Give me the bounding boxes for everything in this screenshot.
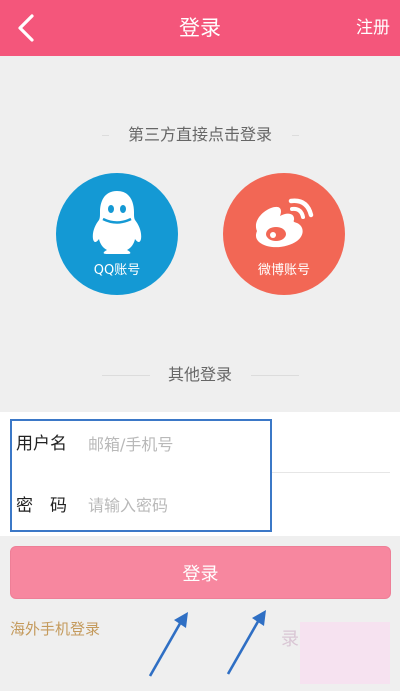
password-label: 密 码 bbox=[16, 496, 67, 516]
overseas-phone-login-link[interactable]: 海外手机登录 bbox=[10, 618, 100, 640]
qq-login-button[interactable]: QQ账号 bbox=[56, 173, 178, 295]
top-bar: 登录 注册 bbox=[0, 0, 400, 56]
password-input[interactable] bbox=[88, 491, 263, 519]
register-link[interactable]: 注册 bbox=[356, 14, 390, 42]
watermark-text: 录 bbox=[281, 629, 299, 650]
other-login-heading: 其他登录 bbox=[167, 365, 232, 384]
username-label: 用户名 bbox=[16, 434, 67, 454]
arrow-up-right-icon bbox=[148, 612, 188, 677]
login-button[interactable]: 登录 bbox=[10, 546, 391, 599]
weibo-icon bbox=[255, 198, 314, 248]
qq-label: QQ账号 bbox=[93, 263, 141, 278]
chevron-left-icon bbox=[18, 14, 34, 42]
other-login-divider: 其他登录 bbox=[0, 363, 400, 387]
third-party-divider: 第三方直接点击登录 bbox=[0, 123, 400, 147]
qq-penguin-icon bbox=[92, 191, 142, 254]
weibo-login-button[interactable]: 微博账号 bbox=[223, 173, 345, 295]
back-button[interactable] bbox=[6, 8, 46, 48]
page-title: 登录 bbox=[179, 16, 221, 40]
weibo-label: 微博账号 bbox=[257, 263, 310, 278]
arrow-up-right-icon bbox=[226, 610, 266, 675]
third-party-heading: 第三方直接点击登录 bbox=[127, 125, 272, 144]
username-input[interactable] bbox=[88, 430, 263, 458]
